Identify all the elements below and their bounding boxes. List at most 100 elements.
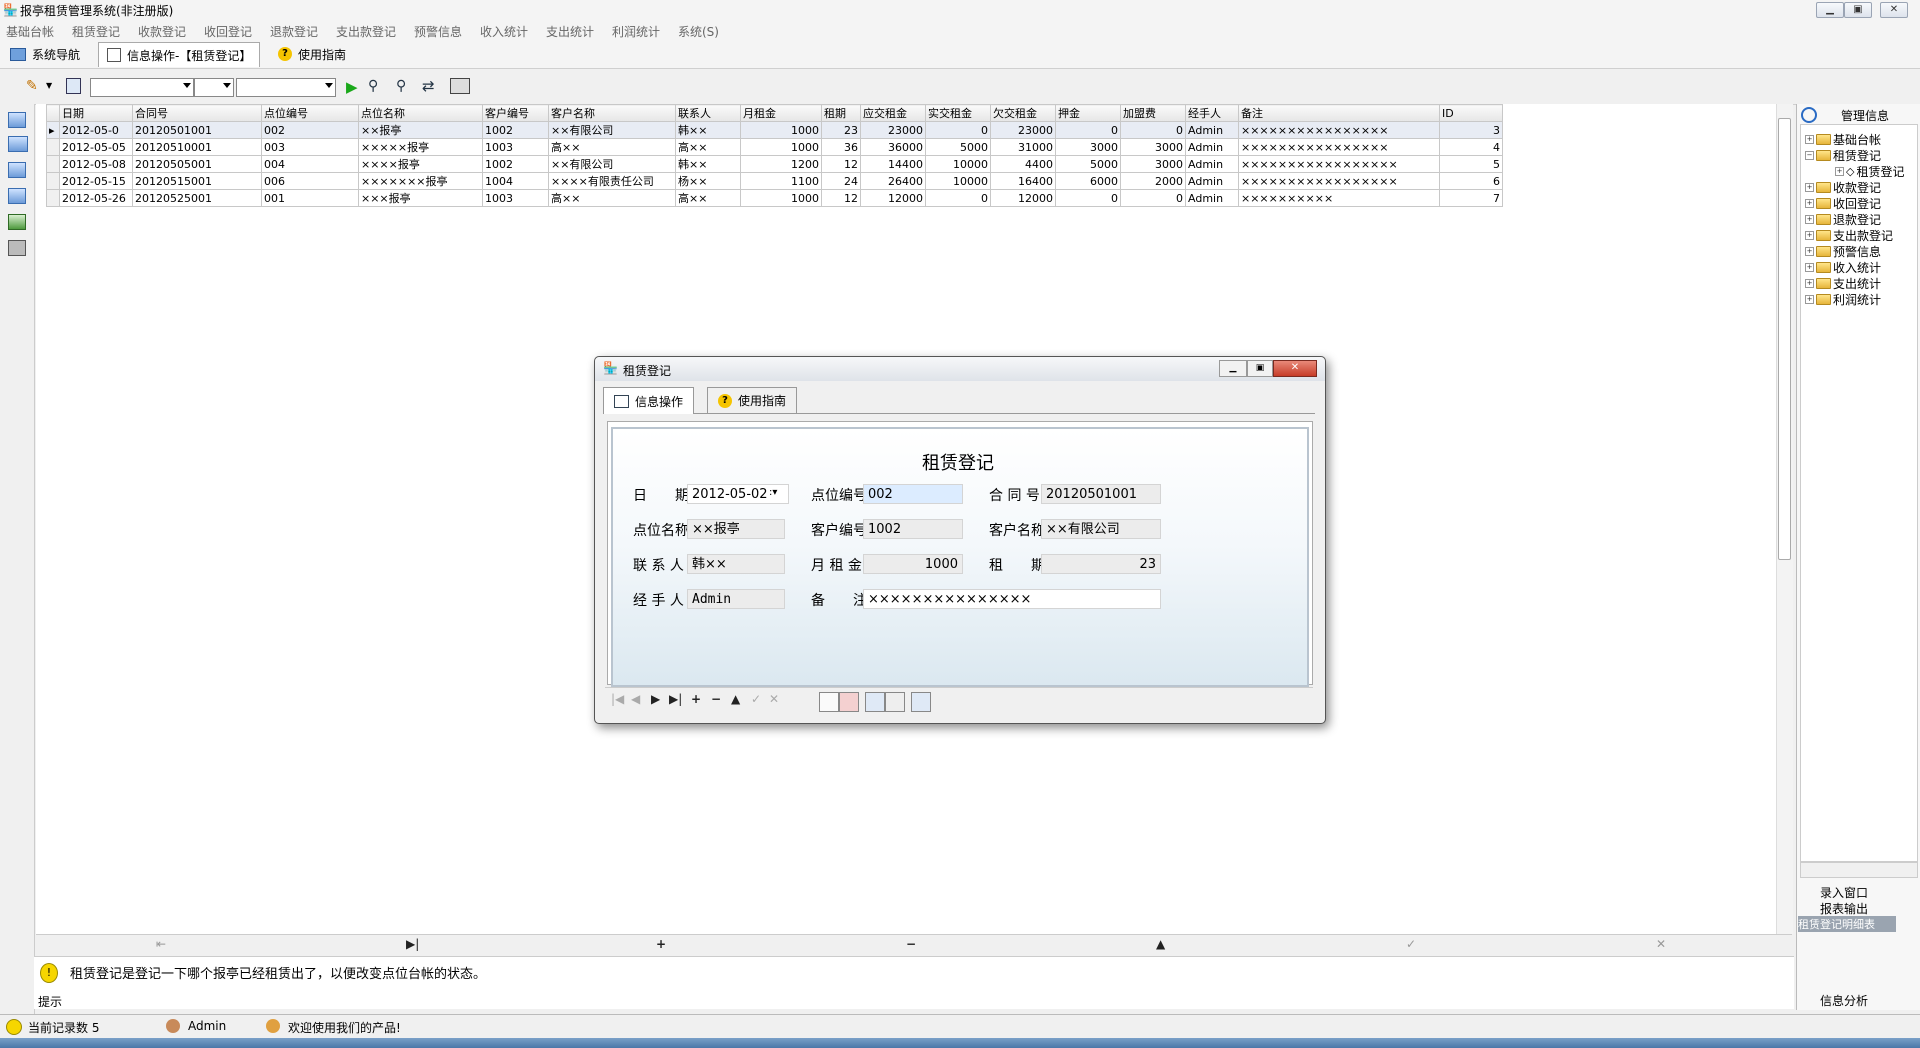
table-cell[interactable]: 2012-05-05 <box>59 138 133 156</box>
table-cell[interactable]: 36 <box>821 138 861 156</box>
add-record-icon[interactable]: + <box>691 692 701 706</box>
column-header[interactable]: ID <box>1439 104 1503 122</box>
expand-icon[interactable]: + <box>1805 135 1814 144</box>
table-cell[interactable]: 0 <box>925 121 991 139</box>
table-cell[interactable]: ××××报亭 <box>358 155 483 173</box>
handler-field[interactable]: Admin <box>687 589 785 609</box>
table-cell[interactable]: 6 <box>1439 172 1503 190</box>
expand-icon[interactable]: + <box>1805 279 1814 288</box>
table-cell[interactable]: 3000 <box>1120 155 1186 173</box>
column-header[interactable]: 加盟费 <box>1120 104 1186 122</box>
first-record-icon[interactable]: |◀ <box>611 692 624 706</box>
table-cell[interactable]: 0 <box>1120 121 1186 139</box>
table-cell[interactable]: ××报亭 <box>358 121 483 139</box>
column-header[interactable]: 押金 <box>1055 104 1121 122</box>
expand-icon[interactable]: + <box>1805 215 1814 224</box>
table-cell[interactable]: ×××××××报亭 <box>358 172 483 190</box>
table-cell[interactable]: Admin <box>1185 189 1239 207</box>
date-dropdown-icon[interactable]: :▾ <box>769 487 777 498</box>
table-cell[interactable]: 12 <box>821 155 861 173</box>
table-cell[interactable]: 20120501001 <box>132 121 262 139</box>
tab-info-operation[interactable]: 信息操作-【租赁登记】 <box>98 42 261 67</box>
column-header[interactable]: 经手人 <box>1185 104 1239 122</box>
delete-record-icon[interactable]: − <box>711 692 721 706</box>
table-cell[interactable]: 5000 <box>925 138 991 156</box>
expand-icon[interactable]: + <box>1805 183 1814 192</box>
table-cell[interactable]: 16400 <box>990 172 1056 190</box>
document-icon[interactable] <box>8 188 26 204</box>
table-cell[interactable]: 20120525001 <box>132 189 262 207</box>
refresh-icon[interactable]: ⇄ <box>422 77 435 95</box>
post-record-icon[interactable]: ✓ <box>1406 937 1416 951</box>
operator-select[interactable] <box>194 78 234 97</box>
table-cell[interactable]: 12 <box>821 189 861 207</box>
table-cell[interactable]: 2012-05-08 <box>59 155 133 173</box>
table-cell[interactable]: 杨×× <box>675 172 741 190</box>
row-indicator[interactable] <box>46 172 60 190</box>
menu-item[interactable]: 收入统计 <box>480 23 528 40</box>
menu-item[interactable]: 支出统计 <box>546 23 594 40</box>
table-cell[interactable]: ×××××××××××××××× <box>1238 138 1440 156</box>
first-record-icon[interactable]: ⇤ <box>156 937 166 951</box>
table-cell[interactable]: 1002 <box>482 121 549 139</box>
menu-item[interactable]: 预警信息 <box>414 23 462 40</box>
expand-icon[interactable]: + <box>1835 167 1844 176</box>
table-cell[interactable]: 006 <box>261 172 359 190</box>
table-cell[interactable]: 12000 <box>990 189 1056 207</box>
table-row[interactable]: ▸ 2012-05-0 20120501001 002 ××报亭 1002 ××有限公司 韩×… <box>46 121 1503 139</box>
table-cell[interactable]: 003 <box>261 138 359 156</box>
column-header[interactable]: 租期 <box>821 104 861 122</box>
find-icon[interactable] <box>66 78 81 94</box>
tree-item[interactable]: + ◇ 租赁登记 <box>1835 163 1904 180</box>
menu-item[interactable]: 收款登记 <box>138 23 186 40</box>
network-icon[interactable] <box>8 136 28 152</box>
table-cell[interactable]: 0 <box>1055 121 1121 139</box>
table-cell[interactable]: 4 <box>1439 138 1503 156</box>
search-icon[interactable]: ⚲ <box>396 78 406 94</box>
table-cell[interactable]: 23 <box>821 121 861 139</box>
info-analysis-button[interactable]: 信息分析 <box>1820 992 1868 1009</box>
site-name-field[interactable]: ××报亭 <box>687 519 785 539</box>
scrollbar-thumb[interactable] <box>1778 118 1791 560</box>
table-cell[interactable]: 6000 <box>1055 172 1121 190</box>
table-cell[interactable]: 2012-05-26 <box>59 189 133 207</box>
column-header[interactable]: 欠交租金 <box>990 104 1056 122</box>
row-indicator[interactable] <box>46 155 60 173</box>
table-cell[interactable]: 3000 <box>1055 138 1121 156</box>
table-cell[interactable]: 001 <box>261 189 359 207</box>
table-row[interactable]: 2012-05-08 20120505001 004 ××××报亭 1002 ××有限公司… <box>46 155 1503 173</box>
search-icon[interactable] <box>911 692 931 712</box>
column-header[interactable]: 应交租金 <box>860 104 926 122</box>
table-cell[interactable]: 1003 <box>482 138 549 156</box>
row-indicator[interactable] <box>46 189 60 207</box>
close-button[interactable]: ✕ <box>1880 2 1908 18</box>
value-select[interactable] <box>236 78 336 97</box>
table-cell[interactable]: 1003 <box>482 189 549 207</box>
table-cell[interactable]: 004 <box>261 155 359 173</box>
column-header[interactable]: 日期 <box>59 104 133 122</box>
last-record-icon[interactable]: ▶| <box>406 937 419 951</box>
table-cell[interactable]: 002 <box>261 121 359 139</box>
maximize-button[interactable]: ▣ <box>1844 2 1872 18</box>
expand-icon[interactable]: + <box>1805 263 1814 272</box>
table-cell[interactable]: 31000 <box>990 138 1056 156</box>
menu-item[interactable]: 退款登记 <box>270 23 318 40</box>
table-cell[interactable]: 3000 <box>1120 138 1186 156</box>
table-cell[interactable]: ××××××××××××××××× <box>1238 172 1440 190</box>
prior-record-icon[interactable]: ◀ <box>631 692 640 706</box>
table-cell[interactable]: 1002 <box>482 155 549 173</box>
edit-record-icon[interactable]: ▲ <box>731 692 740 706</box>
tree-horizontal-scrollbar[interactable] <box>1800 862 1918 878</box>
table-cell[interactable]: 20120515001 <box>132 172 262 190</box>
menu-item[interactable]: 支出款登记 <box>336 23 396 40</box>
table-cell[interactable]: 4400 <box>990 155 1056 173</box>
tree-item[interactable]: − 租赁登记 <box>1805 147 1881 164</box>
expand-icon[interactable]: + <box>1805 295 1814 304</box>
table-cell[interactable]: 10000 <box>925 172 991 190</box>
row-indicator[interactable]: ▸ <box>46 121 60 139</box>
table-row[interactable]: 2012-05-05 20120510001 003 ×××××报亭 1003 高×× 高×… <box>46 138 1503 156</box>
table-cell[interactable]: 1100 <box>740 172 822 190</box>
column-header[interactable]: 实交租金 <box>925 104 991 122</box>
table-row[interactable]: 2012-05-26 20120525001 001 ×××报亭 1003 高×× 高×× 1… <box>46 189 1503 207</box>
edit-record-icon[interactable]: ▲ <box>1156 937 1165 951</box>
